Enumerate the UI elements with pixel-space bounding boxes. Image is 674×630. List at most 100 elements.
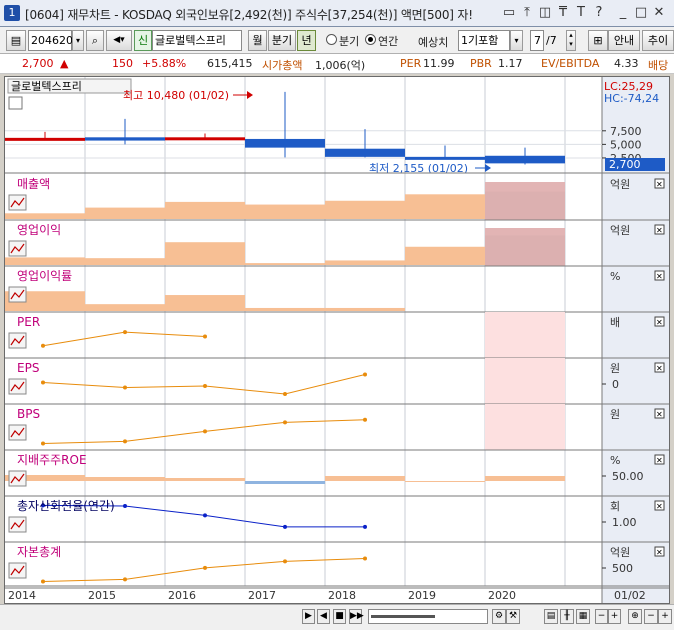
page-value-input[interactable]: 7	[530, 30, 544, 51]
series-point	[41, 343, 45, 348]
title-bar: 1 [0604] 재무차트 - KOSDAQ 외국인보유[2,492(천)] 주…	[0, 0, 674, 27]
chart-type-icon[interactable]: ╫	[560, 609, 574, 624]
zoom-reset-icon[interactable]: ⊕	[628, 609, 642, 624]
panel-chart-icon	[8, 378, 27, 395]
grid-icon[interactable]: ▦	[576, 609, 590, 624]
high-label: 최고 10,480 (01/02)	[123, 89, 229, 102]
series-point	[123, 439, 127, 444]
btn-quarter[interactable]: 분기	[268, 30, 296, 51]
stop-icon[interactable]: ■	[333, 609, 346, 624]
zoom-out-icon[interactable]: −	[595, 609, 608, 624]
print-icon[interactable]: ▤	[6, 30, 26, 51]
panel-unit: 억원	[610, 546, 630, 559]
year-label: 2017	[248, 589, 276, 602]
stock-code-input[interactable]: 204620	[28, 30, 73, 51]
ev-label: EV/EBITDA	[541, 57, 600, 70]
forecast-select[interactable]: 1기포함	[458, 30, 510, 51]
series-point	[41, 441, 45, 446]
hc-label: HC:-74,24	[604, 92, 659, 105]
chart-settings-icon[interactable]: ⚙	[492, 609, 506, 624]
btn-year[interactable]: 년	[297, 30, 316, 51]
forecast-dropdown-icon[interactable]: ▾	[510, 30, 523, 51]
per-value: 11.99	[423, 57, 455, 70]
series-point	[203, 334, 207, 339]
search-icon[interactable]: ⌕	[86, 30, 104, 51]
series-point	[363, 372, 367, 377]
zoom-scroll-track[interactable]	[368, 609, 488, 624]
series-bar	[165, 478, 245, 481]
sound-icon[interactable]: ◀▾	[106, 30, 132, 51]
maximize-icon[interactable]: □	[632, 4, 650, 22]
pbr-value: 1.17	[498, 57, 523, 70]
financial-chart[interactable]: 7,5005,0002,500글로벌텍스프리LC:25,29HC:-74,24최…	[4, 76, 670, 604]
zoom-minus-icon[interactable]: −	[644, 609, 658, 624]
mcap-value: 1,006(억)	[315, 59, 366, 72]
panel-title: 영업이익률	[17, 269, 72, 283]
panel-icon[interactable]: ▤	[544, 609, 558, 624]
panel-close-glyph: ✕	[656, 364, 663, 373]
page-spinner-icon[interactable]: ▴ ▾	[566, 30, 576, 51]
series-point	[203, 565, 207, 570]
zoom-scroll-thumb[interactable]	[371, 615, 435, 618]
stick-icon[interactable]: ₸	[554, 4, 572, 22]
scroll-next-icon[interactable]: ▶▶	[349, 609, 364, 624]
series-bar	[85, 477, 165, 481]
btn-month[interactable]: 월	[248, 30, 267, 51]
price-grid-icon	[8, 96, 23, 110]
series-bar	[5, 213, 85, 219]
series-point	[283, 559, 287, 564]
chart-tools-icon[interactable]: ⚒	[506, 609, 520, 624]
price-tick-label: 7,500	[610, 125, 642, 138]
price-change: 150	[112, 57, 133, 70]
zoom-in-icon[interactable]: +	[608, 609, 621, 624]
series-bar	[245, 307, 325, 311]
series-point	[203, 429, 207, 434]
pbr-label: PBR	[470, 57, 492, 70]
help-icon[interactable]: ?	[590, 4, 608, 22]
panel-unit: %	[610, 454, 620, 467]
series-bar	[245, 204, 325, 219]
guide-button[interactable]: 안내	[608, 30, 640, 51]
panel-unit: 배	[610, 316, 620, 329]
panel-tick-label: 0	[612, 378, 619, 391]
scroll-first-icon[interactable]: ▶	[302, 609, 315, 624]
scroll-prev-icon[interactable]: ◀	[317, 609, 330, 624]
radio-quarter-circle[interactable]	[326, 34, 337, 45]
close-icon[interactable]: ✕	[650, 4, 668, 22]
candle-body	[245, 138, 325, 148]
panel-unit: 원	[610, 362, 620, 375]
year-label: 2018	[328, 589, 356, 602]
radio-quarter-label: 분기	[339, 35, 360, 48]
radio-year-circle[interactable]	[365, 34, 376, 45]
price-tick-label: 5,000	[610, 138, 642, 151]
minimize-icon[interactable]: _	[614, 4, 632, 22]
panel-title: 지배주주ROE	[17, 453, 87, 467]
candle-body	[165, 137, 245, 141]
guide-icon[interactable]: ⊞	[588, 30, 608, 51]
series-bar	[325, 260, 405, 265]
panel-unit: %	[610, 270, 620, 283]
panel-close-glyph: ✕	[656, 226, 663, 235]
trend-button[interactable]: 추이	[642, 30, 674, 51]
change-rate: +5.88%	[142, 57, 187, 70]
zoom-plus-icon[interactable]: +	[658, 609, 672, 624]
window-title: [0604] 재무차트 - KOSDAQ 외국인보유[2,492(천)] 주식수…	[25, 8, 473, 22]
chart-canvas[interactable]: 7,5005,0002,500글로벌텍스프리LC:25,29HC:-74,24최…	[5, 77, 669, 603]
company-name-field[interactable]: 글로벌텍스프리	[152, 30, 242, 51]
panel-chart-icon	[8, 562, 27, 579]
series-line	[42, 331, 206, 347]
panel-tick-label: 1.00	[612, 516, 637, 529]
code-dropdown-icon[interactable]: ▾	[72, 30, 84, 51]
panel-unit: 회	[610, 500, 620, 513]
ev-value: 4.33	[614, 57, 639, 70]
series-bar	[325, 476, 405, 481]
panel-tick-label: 500	[612, 562, 633, 575]
layout-icon[interactable]: ◫	[536, 4, 554, 22]
font-icon[interactable]: T	[572, 4, 590, 22]
series-point	[203, 513, 207, 518]
panel-chart-icon	[8, 516, 27, 533]
series-bar	[245, 263, 325, 265]
pin-icon[interactable]: ⤒	[518, 4, 536, 22]
restore-icon[interactable]: ▭	[500, 4, 518, 22]
series-line	[42, 374, 366, 395]
